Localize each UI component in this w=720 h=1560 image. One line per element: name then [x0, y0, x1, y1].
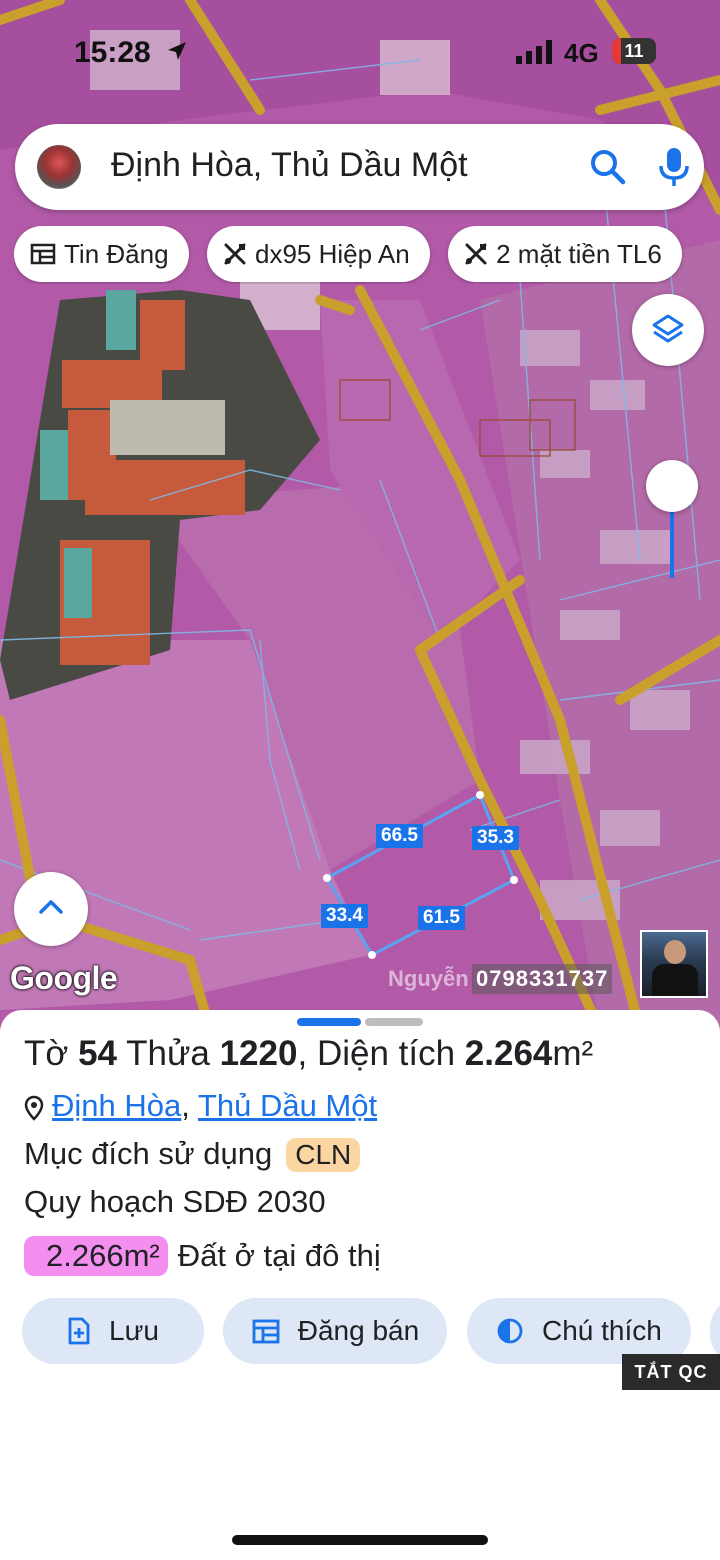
post-sale-icon	[252, 1319, 280, 1344]
turn-off-ads-button[interactable]: TẮT QC	[622, 1354, 720, 1390]
separator-comma: ,	[297, 1034, 308, 1073]
save-label: Lưu	[109, 1315, 159, 1346]
watermark-text: Nguyễn	[388, 966, 469, 991]
edge-label: 61.5	[418, 906, 465, 930]
post-sale-label: Đăng bán	[297, 1315, 420, 1346]
chip-label: Tin Đăng	[64, 238, 169, 269]
chevron-up-icon	[39, 900, 63, 914]
tools-icon	[465, 243, 487, 265]
search-icon[interactable]	[589, 148, 627, 186]
phone-number[interactable]: 0798331737	[472, 964, 613, 994]
network-type: 4G	[564, 38, 599, 68]
area-label: Diện tích	[316, 1034, 456, 1073]
battery-level: 11	[624, 41, 644, 61]
profile-avatar[interactable]	[37, 145, 81, 189]
planning-type: Đất ở tại đô thị	[177, 1238, 381, 1273]
parcel-info-sheet[interactable]: Tờ 54 Thửa 1220, Diện tích 2.264m² Định …	[0, 1010, 720, 1560]
sheet-page-indicator[interactable]	[365, 1018, 423, 1026]
edge-label: 66.5	[376, 824, 423, 848]
separator-comma: ,	[181, 1088, 198, 1123]
avatar-suit	[652, 964, 698, 996]
save-icon	[68, 1317, 90, 1345]
filter-chips: Tin Đăng dx95 Hiệp An 2 mặt tiền TL6	[14, 226, 720, 284]
action-buttons: Lưu Đăng bán Chú thích	[22, 1298, 720, 1364]
legend-label: Chú thích	[541, 1315, 662, 1346]
edge-label: 35.3	[472, 826, 519, 850]
land-use-badge[interactable]: CLN	[286, 1138, 361, 1172]
chip-label: 2 mặt tiền TL6	[496, 238, 662, 269]
planning-label: Quy hoạch SDĐ 2030	[24, 1184, 326, 1219]
parcel-location: Định Hòa, Thủ Dầu Một	[24, 1088, 377, 1124]
city-link[interactable]: Thủ Dầu Một	[198, 1088, 377, 1123]
chip-dx95-hiep-an[interactable]: dx95 Hiệp An	[207, 226, 430, 282]
purpose-label: Mục đích sử dụng	[24, 1136, 273, 1171]
listing-icon	[30, 243, 56, 265]
ward-link[interactable]: Định Hòa	[52, 1088, 181, 1123]
legend-icon	[497, 1318, 523, 1344]
plot-label: Thửa	[126, 1034, 210, 1073]
parcel-summary: Tờ 54 Thửa 1220, Diện tích 2.264m²	[24, 1034, 593, 1074]
home-indicator[interactable]	[232, 1535, 488, 1545]
agent-avatar[interactable]	[640, 930, 708, 998]
chip-tin-dang[interactable]: Tin Đăng	[14, 226, 189, 282]
signal-icon	[516, 40, 552, 64]
save-button[interactable]: Lưu	[22, 1298, 204, 1364]
planning-row: 2.266m² Đất ở tại đô thị	[24, 1236, 381, 1276]
sheet-label: Tờ	[24, 1034, 69, 1073]
search-bar[interactable]: Định Hòa, Thủ Dầu Một	[15, 124, 704, 210]
google-logo: Google	[10, 960, 118, 996]
post-sale-button[interactable]: Đăng bán	[223, 1298, 448, 1364]
layers-icon	[652, 314, 684, 343]
microphone-icon[interactable]	[657, 146, 691, 188]
sheet-page-indicator-active[interactable]	[297, 1018, 361, 1026]
layers-button[interactable]	[632, 294, 704, 366]
area-unit: m²	[552, 1034, 594, 1073]
search-input[interactable]: Định Hòa, Thủ Dầu Một	[111, 146, 468, 185]
status-time: 15:28	[74, 36, 151, 69]
location-pin-icon	[24, 1095, 44, 1121]
land-use-row: Mục đích sử dụng CLN	[24, 1136, 361, 1172]
area-value: 2.264	[464, 1034, 553, 1073]
sheet-number: 54	[78, 1034, 118, 1073]
expand-sheet-button[interactable]	[14, 872, 88, 946]
battery-icon: 11	[612, 38, 656, 64]
avatar-head	[664, 940, 686, 964]
tools-icon	[224, 243, 246, 265]
location-arrow-icon	[168, 42, 186, 60]
chip-label: dx95 Hiệp An	[255, 238, 410, 269]
plot-number: 1220	[219, 1034, 298, 1073]
planning-area-badge[interactable]: 2.266m²	[24, 1236, 168, 1276]
opacity-slider-handle[interactable]	[646, 460, 698, 512]
status-bar: 15:28 4G 11	[0, 0, 720, 100]
edge-label: 33.4	[321, 904, 368, 928]
chip-2-mat-tien-tl6[interactable]: 2 mặt tiền TL6	[448, 226, 682, 282]
